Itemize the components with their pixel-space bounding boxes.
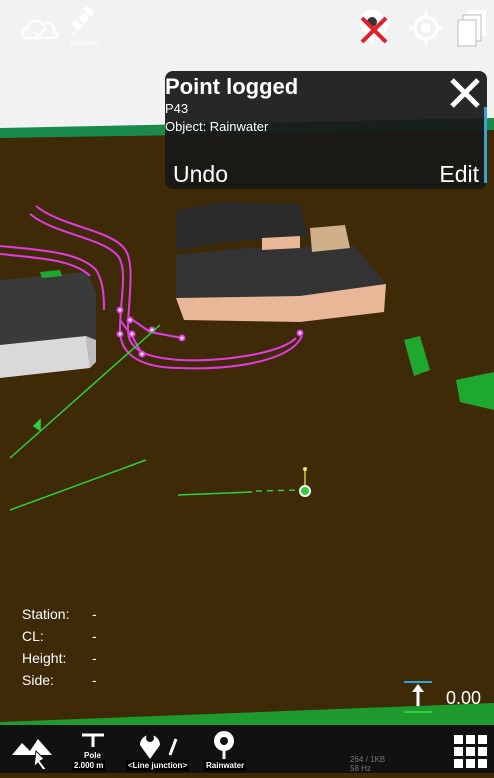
line-junction-button[interactable]: <Line junction> [124,725,194,773]
info-value: - [92,606,97,622]
locate-icon[interactable] [404,6,448,50]
height-value: 0.00 [446,688,482,708]
info-label: Side: [22,672,54,688]
info-row-cl: CL: - [22,628,222,650]
info-row-height: Height: - [22,650,222,672]
info-label: Station: [22,606,70,622]
object-pin-icon [214,731,234,759]
pole-height-button[interactable]: Pole 2.000 m [68,725,118,773]
terrain-view-button[interactable] [10,725,56,773]
apps-grid-button[interactable] [448,725,492,773]
pole-value: 2.000 m [72,760,106,771]
point-logged-toast: Point logged P43 Object: Rainwater Undo … [165,71,487,189]
stakeout-off-icon[interactable] [356,6,400,50]
info-row-station: Station: - [22,606,222,628]
edit-button[interactable]: Edit [439,161,479,188]
satellites-label: Satellites [70,40,99,47]
info-value: - [92,650,97,666]
pole-icon [82,733,104,747]
grid-icon [454,735,487,768]
toast-object: Object: Rainwater [165,119,269,134]
info-label: Height: [22,650,67,666]
info-value: - [92,628,97,644]
object-type-label: Rainwater [204,760,247,771]
cloud-sync-icon[interactable] [18,6,62,50]
toast-scrollbar[interactable] [484,107,487,183]
toast-title: Point logged [165,74,299,99]
mountains-icon [12,739,52,771]
info-label: CL: [22,628,44,644]
undo-button[interactable]: Undo [173,161,228,188]
bottom-toolbar: Pole 2.000 m <Line junction> Rainwater 2… [0,725,494,773]
toast-point-id: P43 [165,101,189,116]
pin-edit-icon [140,734,178,759]
object-type-button[interactable]: Rainwater [202,725,254,773]
status-readout-1: 264 / 1KB [350,755,386,764]
info-value: - [92,672,97,688]
status-readout-2: 58 Hz [350,764,371,773]
close-icon[interactable] [447,75,483,111]
layers-icon[interactable] [450,6,494,50]
top-toolbar: Satellites [0,0,494,58]
line-junction-label: <Line junction> [126,760,190,771]
info-panel: Station: - CL: - Height: - Side: - [22,606,222,694]
building-left [0,272,96,378]
info-row-side: Side: - [22,672,222,694]
